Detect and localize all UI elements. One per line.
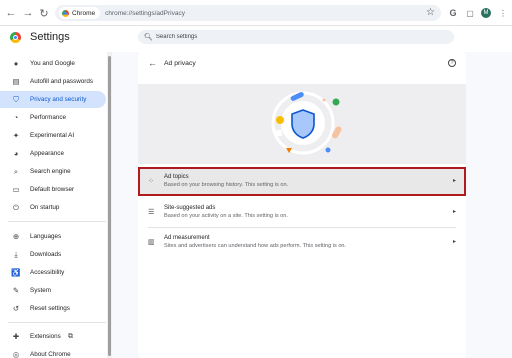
sidebar-divider xyxy=(8,322,106,323)
power-icon: ⏻ xyxy=(13,202,19,212)
forward-button[interactable]: → xyxy=(21,6,35,20)
shield-illustration-icon xyxy=(271,91,342,155)
sparkle-icon: ✦ xyxy=(12,131,20,140)
row-title: Ad topics xyxy=(164,174,189,180)
chevron-right-icon: ▸ xyxy=(452,239,456,245)
address-bar[interactable]: Chrome chrome://settings/adPrivacy ☆ xyxy=(55,5,441,21)
browser-icon: ▭ xyxy=(12,185,20,194)
row-title: Site-suggested ads xyxy=(164,205,216,211)
sidebar-item-label: About Chrome xyxy=(30,351,71,358)
page-title: Settings xyxy=(30,31,70,43)
sidebar-item-reset-settings[interactable]: ↺ Reset settings xyxy=(0,300,106,317)
site-chip-label: Chrome xyxy=(72,9,96,17)
site-chip[interactable]: Chrome xyxy=(59,7,101,19)
ad-privacy-card: ← Ad privacy ? ⁘ Ad topics Based on your… xyxy=(138,52,466,358)
wrench-icon: ✎ xyxy=(12,286,20,295)
sidebar-item-label: You and Google xyxy=(30,60,75,67)
sidebar-item-label: System xyxy=(30,287,51,294)
sidebar-item-label: Search engine xyxy=(30,168,71,175)
bookmark-star-icon[interactable]: ☆ xyxy=(426,7,435,18)
row-title: Ad measurement xyxy=(164,235,210,241)
sidebar-item-label: Downloads xyxy=(30,251,62,258)
sidebar-item-autofill[interactable]: ▤ Autofill and passwords xyxy=(0,73,106,90)
sidebar-item-label: Reset settings xyxy=(30,305,70,312)
accessibility-icon: ♿ xyxy=(11,268,21,277)
avatar[interactable]: M xyxy=(481,8,491,18)
globe-icon: ⊕ xyxy=(12,232,20,241)
row-description: Based on your browsing history. This set… xyxy=(164,182,289,188)
row-description: Sites and advertisers can understand how… xyxy=(164,243,347,249)
sidebar-item-label: Experimental AI xyxy=(30,132,75,139)
puzzle-icon: ✚ xyxy=(12,332,20,341)
sidebar-item-label: Default browser xyxy=(30,186,75,193)
sidebar-item-label: Languages xyxy=(30,233,62,240)
google-icon[interactable]: G xyxy=(446,6,460,20)
browser-toolbar: ← → ↻ Chrome chrome://settings/adPrivacy… xyxy=(0,0,512,26)
sidebar-item-appearance[interactable]: ◕ Appearance xyxy=(0,145,106,162)
sidebar-divider xyxy=(8,221,106,222)
search-icon: ⌕ xyxy=(13,166,19,176)
search-input[interactable] xyxy=(155,34,436,40)
palette-icon: ◕ xyxy=(13,149,19,158)
reset-icon: ↺ xyxy=(12,304,20,313)
chrome-logo-icon xyxy=(10,32,21,43)
chart-icon: ▥ xyxy=(148,239,155,246)
download-icon: ⤓ xyxy=(14,249,18,259)
scrollbar-thumb[interactable] xyxy=(108,56,111,356)
ad-privacy-illustration xyxy=(138,84,466,164)
sidebar-item-label: On startup xyxy=(30,204,60,211)
back-arrow-icon[interactable]: ← xyxy=(148,58,157,68)
sidebar-item-label: Privacy and security xyxy=(30,96,87,103)
search-settings-field[interactable]: 🔍︎ xyxy=(138,30,454,44)
sidebar-item-label: Appearance xyxy=(30,150,64,157)
section-title: Ad privacy xyxy=(164,60,196,67)
sidebar-item-privacy[interactable]: ⛉ Privacy and security xyxy=(0,91,106,108)
sidebar-item-extensions[interactable]: ✚ Extensions ⧉ xyxy=(0,328,106,345)
extension-icon[interactable]: ▢ xyxy=(463,6,477,20)
search-icon: 🔍︎ xyxy=(144,34,153,41)
reload-button[interactable]: ↻ xyxy=(37,6,51,20)
sidebar-item-default-browser[interactable]: ▭ Default browser xyxy=(0,181,106,198)
sidebar-item-accessibility[interactable]: ♿ Accessibility xyxy=(0,264,106,281)
sidebar-item-label: Extensions xyxy=(30,333,61,340)
person-icon: ● xyxy=(13,59,19,68)
list-icon: ☰ xyxy=(148,209,155,216)
sidebar-item-label: Performance xyxy=(30,114,67,121)
sidebar-item-label: Accessibility xyxy=(30,269,65,276)
help-icon[interactable]: ? xyxy=(448,59,456,67)
ad-topics-row[interactable]: ⁘ Ad topics Based on your browsing histo… xyxy=(138,167,466,196)
url-text: chrome://settings/adPrivacy xyxy=(105,9,185,17)
sidebar-item-on-startup[interactable]: ⏻ On startup xyxy=(0,199,106,216)
back-button[interactable]: ← xyxy=(4,6,18,20)
main-content: ← Ad privacy ? ⁘ Ad topics Based on your… xyxy=(112,52,512,358)
ad-measurement-row[interactable]: ▥ Ad measurement Sites and advertisers c… xyxy=(138,228,466,257)
sidebar-item-you-and-google[interactable]: ● You and Google xyxy=(0,55,106,72)
sidebar-item-experimental-ai[interactable]: ✦ Experimental AI xyxy=(0,127,106,144)
row-description: Based on your activity on a site. This s… xyxy=(164,213,288,219)
speedometer-icon: ◔ xyxy=(13,113,19,122)
sidebar-item-about-chrome[interactable]: ◎ About Chrome xyxy=(0,346,106,358)
clipboard-icon: ▤ xyxy=(12,77,20,86)
sidebar-item-search-engine[interactable]: ⌕ Search engine xyxy=(0,163,106,180)
topics-icon: ⁘ xyxy=(148,178,154,185)
sidebar-item-performance[interactable]: ◔ Performance xyxy=(0,109,106,126)
chrome-icon xyxy=(62,9,69,17)
menu-icon[interactable]: ⋮ xyxy=(496,6,510,20)
sidebar-item-languages[interactable]: ⊕ Languages xyxy=(0,228,106,245)
chevron-right-icon: ▸ xyxy=(452,209,456,215)
chrome-icon: ◎ xyxy=(12,350,20,358)
chevron-right-icon: ▸ xyxy=(452,178,456,184)
sidebar-item-system[interactable]: ✎ System xyxy=(0,282,106,299)
shield-icon: ⛉ xyxy=(13,94,19,104)
sidebar-item-downloads[interactable]: ⤓ Downloads xyxy=(0,246,106,263)
sidebar-item-label: Autofill and passwords xyxy=(30,78,94,85)
site-suggested-ads-row[interactable]: ☰ Site-suggested ads Based on your activ… xyxy=(138,198,466,227)
external-link-icon: ⧉ xyxy=(68,332,73,340)
sidebar: ● You and Google ▤ Autofill and password… xyxy=(0,52,112,358)
